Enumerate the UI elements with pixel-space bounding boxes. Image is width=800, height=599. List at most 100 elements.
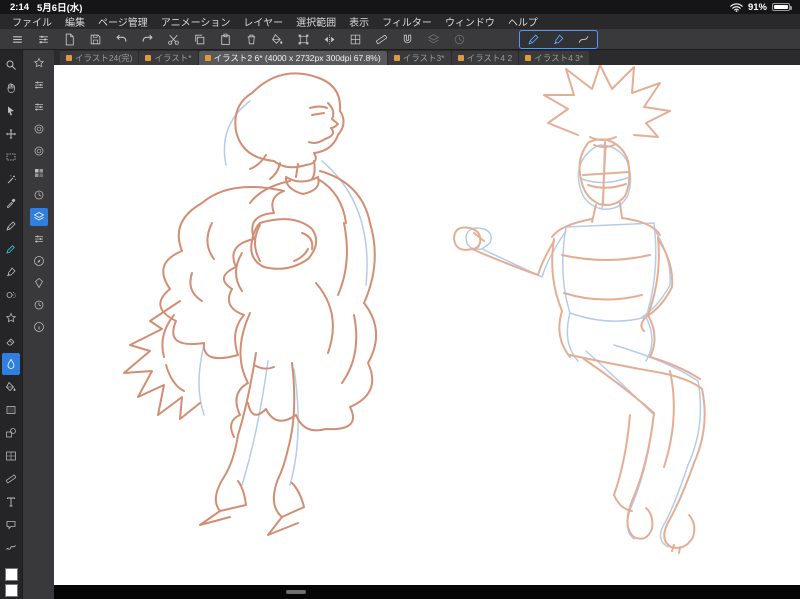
cmd-icon — [271, 33, 284, 46]
tool-layer-move[interactable] — [2, 123, 20, 145]
cmd-cut[interactable] — [161, 31, 186, 48]
cmd-snap-ruler[interactable] — [369, 31, 394, 48]
cmd-workspace[interactable] — [31, 31, 56, 48]
menu-item[interactable]: レイヤー — [243, 14, 283, 29]
palette-history[interactable] — [30, 296, 48, 314]
cmd-icon — [453, 33, 466, 46]
palette-quick-access[interactable] — [30, 54, 48, 72]
palette-layer[interactable] — [29, 208, 48, 226]
menu-item[interactable]: アニメーション — [161, 14, 231, 29]
tool-figure[interactable] — [2, 422, 20, 444]
tool-eraser[interactable] — [2, 330, 20, 352]
palette-color-history[interactable] — [30, 186, 48, 204]
cmd-transform[interactable] — [291, 31, 316, 48]
tool-icon — [5, 220, 17, 232]
tool-shortcut-curve[interactable] — [571, 31, 596, 48]
cmd-light-table[interactable] — [421, 31, 446, 48]
tool-ruler[interactable] — [2, 468, 20, 490]
tool-icon — [5, 519, 17, 531]
palette-sub-tool[interactable] — [30, 76, 48, 94]
document-tab[interactable]: イラスト* — [139, 51, 198, 65]
cmd-paste[interactable] — [213, 31, 238, 48]
document-thumbnail-icon — [525, 55, 532, 61]
cmd-snap-special-ruler[interactable] — [395, 31, 420, 48]
tool-icon — [5, 59, 17, 71]
cmd-icon — [89, 33, 102, 46]
document-thumbnail-icon — [145, 55, 152, 61]
tool-selection[interactable] — [2, 146, 20, 168]
palette-tool-property[interactable] — [30, 98, 48, 116]
main-color-swatch[interactable] — [4, 568, 18, 581]
palette-icon — [33, 123, 45, 135]
tool-decoration[interactable] — [2, 307, 20, 329]
document-thumbnail-icon — [66, 55, 72, 61]
tool-shortcut-pen-blue[interactable] — [521, 31, 546, 48]
menu-item[interactable]: 表示 — [349, 14, 369, 29]
cmd-main-menu[interactable] — [5, 31, 30, 48]
menu-item[interactable]: フィルター — [382, 14, 432, 29]
tool-brush[interactable] — [2, 261, 20, 283]
sub-color-swatch[interactable] — [4, 584, 18, 597]
tool-eyedropper[interactable] — [2, 192, 20, 214]
drawing-canvas[interactable] — [54, 65, 800, 585]
tool-blend[interactable] — [2, 353, 20, 375]
palette-material[interactable] — [30, 274, 48, 292]
palette-color-set[interactable] — [30, 164, 48, 182]
menu-item[interactable]: ヘルプ — [508, 14, 538, 29]
bottom-bar — [54, 585, 800, 599]
palette-brush-size[interactable] — [30, 120, 48, 138]
palette-icon — [33, 101, 45, 113]
tool-shortcut-brush-blue[interactable] — [546, 31, 571, 48]
palette-icon — [33, 167, 45, 179]
cmd-new-file[interactable] — [57, 31, 82, 48]
tool-pen[interactable] — [2, 215, 20, 237]
ipad-status-bar: 2:14 5月6日(水) 91% — [0, 0, 800, 14]
menu-item[interactable]: ウィンドウ — [445, 14, 495, 29]
tool-zoom[interactable] — [2, 54, 20, 76]
document-tab[interactable]: イラスト3* — [387, 51, 451, 65]
palette-navigator[interactable] — [30, 252, 48, 270]
drag-handle[interactable] — [286, 590, 306, 594]
tool-icon — [5, 496, 17, 508]
cmd-save[interactable] — [83, 31, 108, 48]
menu-item[interactable]: ファイル — [12, 14, 52, 29]
tool-fill[interactable] — [2, 376, 20, 398]
tool-balloon[interactable] — [2, 514, 20, 536]
tool-gradient[interactable] — [2, 399, 20, 421]
cmd-delete[interactable] — [239, 31, 264, 48]
cmd-flip-horizontal[interactable] — [317, 31, 342, 48]
document-tab[interactable]: イラスト4 2 — [451, 51, 519, 65]
cmd-undo[interactable] — [109, 31, 134, 48]
document-tab[interactable]: イラスト4 3* — [519, 51, 590, 65]
palette-color-wheel[interactable] — [30, 142, 48, 160]
document-tab[interactable]: イラスト24(完) — [60, 51, 139, 65]
tool-move-canvas[interactable] — [2, 77, 20, 99]
cmd-copy[interactable] — [187, 31, 212, 48]
palette-layer-property[interactable] — [30, 230, 48, 248]
tool-icon — [5, 542, 17, 554]
tool-operation[interactable] — [2, 100, 20, 122]
cmd-grid[interactable] — [343, 31, 368, 48]
cmd-onion-skin[interactable] — [447, 31, 472, 48]
menu-item[interactable]: 編集 — [65, 14, 85, 29]
palette-information[interactable] — [30, 318, 48, 336]
menu-item[interactable]: ページ管理 — [98, 14, 148, 29]
cmd-icon — [323, 33, 336, 46]
tool-frame-border[interactable] — [2, 445, 20, 467]
cmd-icon — [167, 33, 180, 46]
document-tab-label: イラスト2 6* (4000 x 2732px 300dpi 67.8%) — [213, 53, 381, 63]
tool-auto-select[interactable] — [2, 169, 20, 191]
cmd-fill[interactable] — [265, 31, 290, 48]
tool-line-correction[interactable] — [2, 537, 20, 559]
palette-icon — [33, 211, 45, 223]
document-tab[interactable]: イラスト2 6* (4000 x 2732px 300dpi 67.8%) — [198, 51, 387, 65]
document-tab-label: イラスト4 3* — [534, 53, 584, 63]
tool-text[interactable] — [2, 491, 20, 513]
cmd-icon — [349, 33, 362, 46]
tool-airbrush[interactable] — [2, 284, 20, 306]
tool-icon — [5, 450, 17, 462]
cmd-redo[interactable] — [135, 31, 160, 48]
tool-pencil[interactable] — [2, 238, 20, 260]
menu-item[interactable]: 選択範囲 — [296, 14, 336, 29]
tool-icon — [5, 473, 17, 485]
